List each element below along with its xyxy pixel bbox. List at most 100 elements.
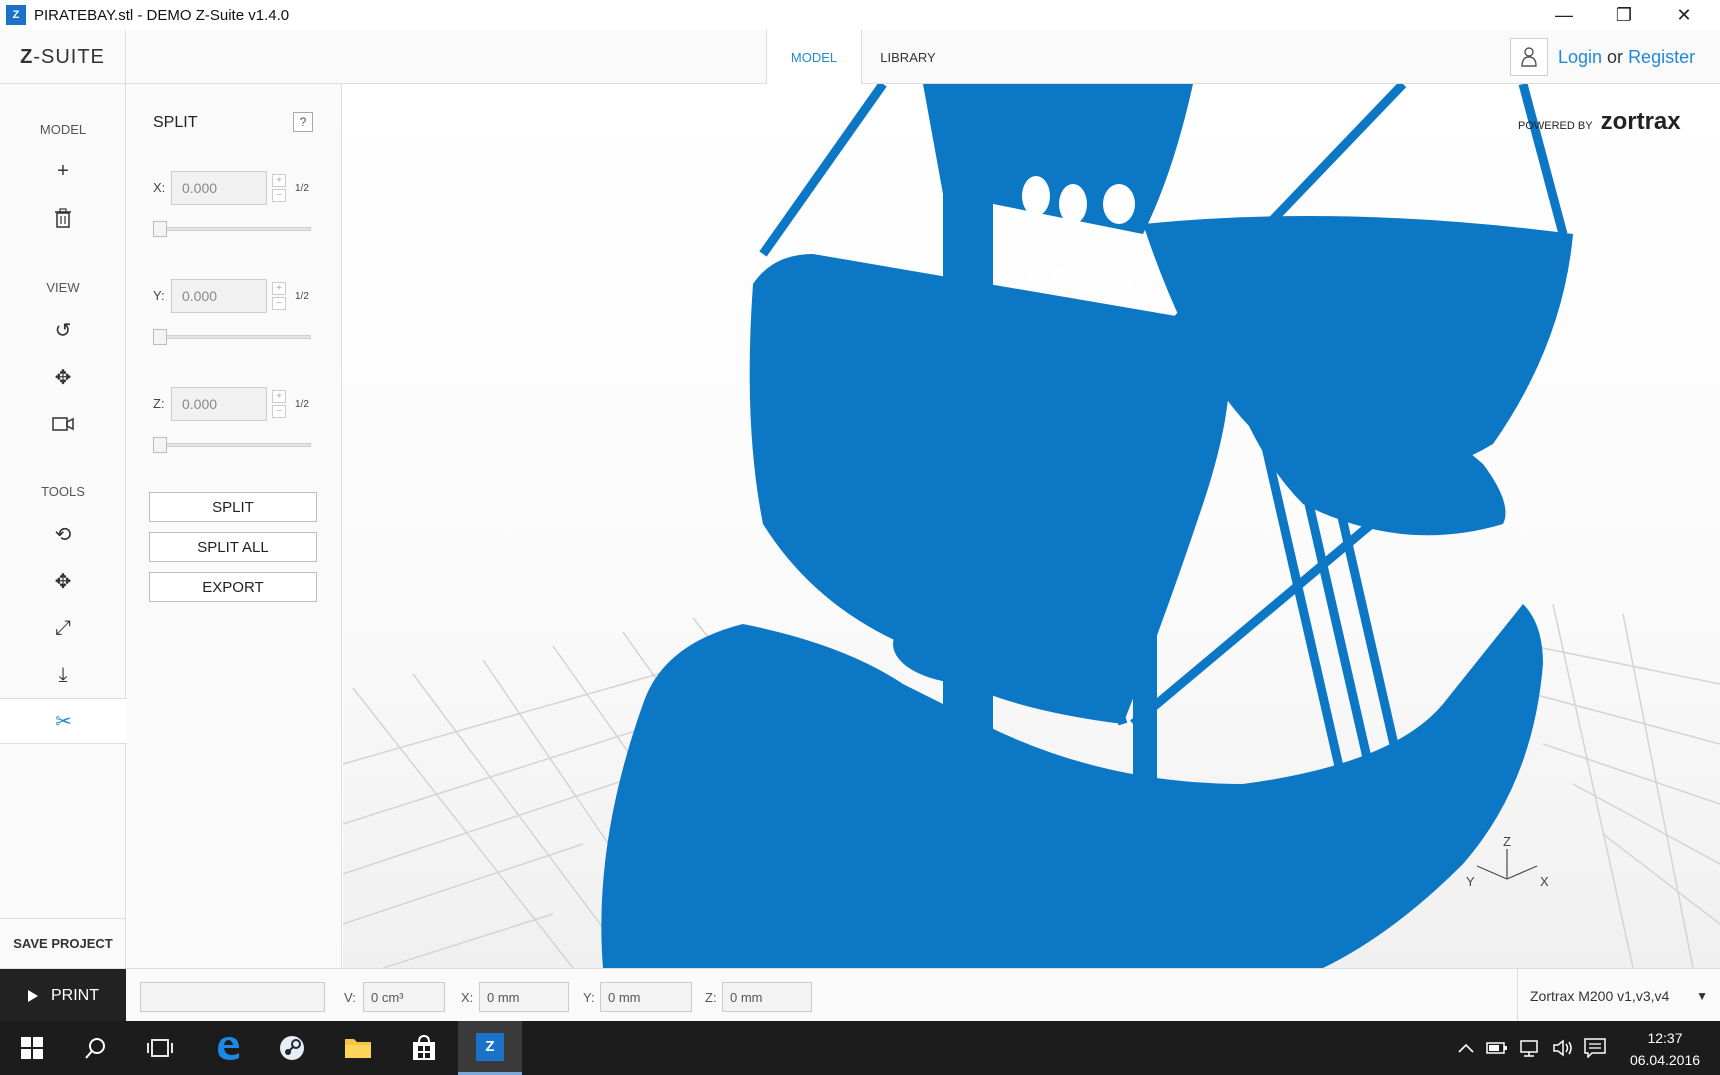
add-model-button[interactable]: + (0, 149, 126, 193)
clock-date: 06.04.2016 (1629, 1052, 1701, 1068)
printer-select[interactable]: Zortrax M200 v1,v3,v4 ▼ (1517, 969, 1720, 1022)
logo-letter: Z (20, 45, 34, 68)
build-plate-scene (343, 84, 1720, 968)
y-decrement-button[interactable]: − (272, 297, 286, 310)
move-tool-button[interactable]: ✥ (0, 559, 126, 603)
app-icon: Z (6, 5, 26, 25)
steam-button[interactable] (260, 1021, 324, 1075)
split-panel-title: SPLIT (153, 114, 198, 131)
axis-z-label: Z (1503, 834, 1511, 849)
3d-viewport[interactable]: POWERED BY zortrax Z Y X (343, 84, 1720, 968)
search-icon (85, 1038, 105, 1059)
edge-browser-button[interactable] (196, 1021, 260, 1075)
rotate-tool-icon: ⟲ (54, 523, 72, 546)
speaker-icon (1553, 1039, 1572, 1057)
battery-tray-button[interactable] (1486, 1021, 1508, 1075)
register-link[interactable]: Register (1628, 47, 1695, 68)
split-panel: SPLIT ? X: 0.000 + − 1/2 Y: 0.000 + − 1/… (127, 84, 342, 968)
volume-tray-button[interactable] (1552, 1021, 1574, 1075)
x-split-input[interactable]: 0.000 (171, 171, 267, 205)
camera-view-button[interactable] (0, 402, 126, 446)
minimize-button[interactable]: — (1534, 0, 1594, 30)
z-slider-thumb[interactable] (153, 437, 167, 453)
or-text: or (1607, 46, 1624, 67)
tab-model[interactable]: MODEL (766, 30, 862, 85)
edge-icon (218, 1037, 239, 1060)
split-button[interactable]: SPLIT (149, 492, 317, 522)
taskbar-clock[interactable]: 12:37 06.04.2016 (1620, 1027, 1710, 1071)
network-icon (1520, 1040, 1538, 1057)
task-view-icon (147, 1039, 173, 1057)
split-all-button[interactable]: SPLIT ALL (149, 532, 317, 562)
z-stepper: + − (272, 390, 286, 418)
y-increment-button[interactable]: + (272, 282, 286, 295)
place-on-bed-button[interactable]: ⤓ (0, 653, 126, 697)
x-slider-thumb[interactable] (153, 221, 167, 237)
y-split-input[interactable]: 0.000 (171, 279, 267, 313)
powered-by-text: POWERED BY (1518, 120, 1593, 132)
x-decrement-button[interactable]: − (272, 189, 286, 202)
start-button[interactable] (0, 1021, 64, 1075)
save-project-button[interactable]: SAVE PROJECT (0, 918, 126, 968)
restore-button[interactable]: ❐ (1594, 0, 1654, 30)
store-button[interactable] (392, 1021, 456, 1075)
export-button[interactable]: EXPORT (149, 572, 317, 602)
z-suite-taskbar-button[interactable]: Z (458, 1021, 522, 1075)
action-center-button[interactable] (1584, 1021, 1606, 1075)
windows-logo-icon (21, 1037, 43, 1059)
move-tool-icon: ✥ (54, 570, 72, 593)
section-view-heading: VIEW (46, 280, 80, 295)
login-link[interactable]: Login (1558, 47, 1602, 68)
x-stepper: + − (272, 174, 286, 202)
split-tool-button[interactable]: ✂ (0, 698, 127, 744)
pan-view-button[interactable]: ✥ (0, 355, 126, 399)
steam-icon (280, 1036, 304, 1060)
x-half-button[interactable]: 1/2 (295, 183, 309, 194)
x-size-value: 0 mm (479, 982, 569, 1012)
zortrax-brand: zortrax (1600, 108, 1681, 135)
scale-icon: ⤢ (55, 616, 71, 639)
left-toolbar: MODEL + VIEW ↺ ✥ TOOLS ⟲ ✥ ⤢ ⤓ ✂ SAVE PR… (0, 84, 127, 968)
user-icon[interactable] (1510, 38, 1548, 76)
status-field (140, 982, 325, 1012)
z-half-button[interactable]: 1/2 (295, 399, 309, 410)
rotate-tool-button[interactable]: ⟲ (0, 512, 126, 556)
y-slider-thumb[interactable] (153, 329, 167, 345)
store-bag-icon (413, 1035, 435, 1060)
z-size-label: Z: (705, 989, 717, 1005)
print-button[interactable]: PRINT (0, 969, 126, 1022)
place-on-bed-icon: ⤓ (58, 663, 68, 686)
tray-overflow-button[interactable] (1458, 1021, 1474, 1075)
x-increment-button[interactable]: + (272, 174, 286, 187)
z-split-input[interactable]: 0.000 (171, 387, 267, 421)
network-tray-button[interactable] (1518, 1021, 1540, 1075)
delete-model-button[interactable] (0, 196, 126, 240)
scale-tool-button[interactable]: ⤢ (0, 606, 126, 650)
section-model-heading: MODEL (39, 122, 87, 137)
clock-time: 12:37 (1647, 1030, 1683, 1046)
tab-library[interactable]: LIBRARY (862, 30, 954, 84)
powered-by-zortrax-logo: POWERED BY zortrax (1518, 108, 1681, 136)
z-increment-button[interactable]: + (272, 390, 286, 403)
volume-label: V: (344, 989, 356, 1005)
z-axis-label: Z: (153, 396, 165, 411)
user-silhouette-icon (1521, 47, 1537, 67)
search-button[interactable] (64, 1021, 128, 1075)
rotate-view-icon: ↺ (54, 319, 72, 342)
z-size-value: 0 mm (722, 982, 812, 1012)
axis-x-label: X (1540, 874, 1549, 889)
z-slider-track[interactable] (153, 443, 311, 447)
file-explorer-button[interactable] (326, 1021, 390, 1075)
axis-gizmo (1476, 849, 1538, 880)
close-button[interactable]: ✕ (1654, 0, 1714, 30)
y-stepper: + − (272, 282, 286, 310)
y-slider-track[interactable] (153, 335, 311, 339)
x-slider-track[interactable] (153, 227, 311, 231)
axis-y-label: Y (1466, 874, 1475, 889)
task-view-button[interactable] (128, 1021, 192, 1075)
notification-icon (1584, 1038, 1606, 1058)
rotate-view-button[interactable]: ↺ (0, 308, 126, 352)
help-button[interactable]: ? (293, 112, 313, 132)
z-decrement-button[interactable]: − (272, 405, 286, 418)
y-half-button[interactable]: 1/2 (295, 291, 309, 302)
